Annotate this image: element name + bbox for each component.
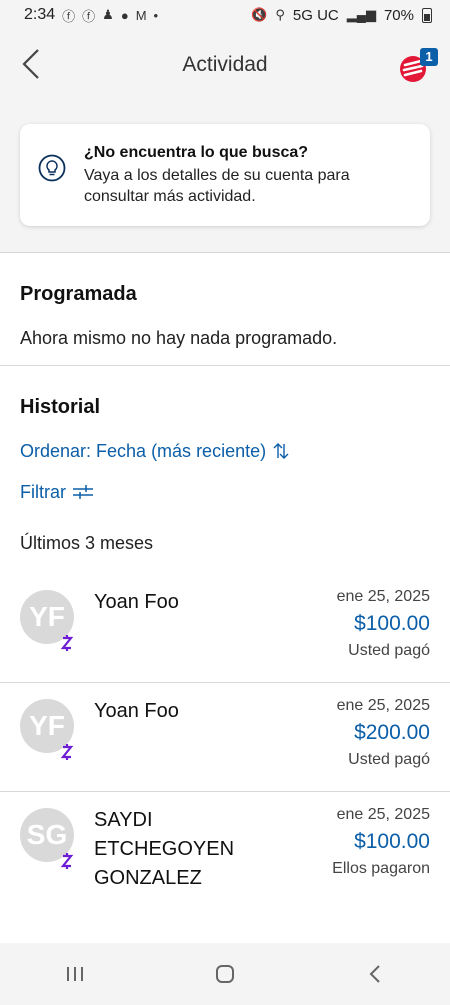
history-section: Historial Ordenar: Fecha (más reciente) … bbox=[0, 366, 450, 554]
status-bar: 2:34 ⓕ ⓕ ♟ ● M • 🔇 ⚲ 5G UC ▂▄▆ 70% bbox=[0, 0, 450, 30]
filter-button[interactable]: Filtrar bbox=[20, 482, 430, 503]
recent-apps-button[interactable] bbox=[55, 954, 95, 994]
info-title: ¿No encuentra lo que busca? bbox=[84, 144, 309, 161]
lightbulb-icon bbox=[38, 154, 66, 182]
contacts-icon: ♟ bbox=[102, 7, 114, 22]
zelle-icon bbox=[60, 852, 74, 869]
mute-icon: 🔇 bbox=[251, 7, 268, 22]
back-arrow-icon[interactable] bbox=[18, 46, 48, 82]
status-dot: • bbox=[153, 7, 159, 23]
transaction-amount: $200.00 bbox=[354, 720, 430, 744]
scheduled-heading: Programada bbox=[20, 282, 137, 305]
payee-name: Yoan Foo bbox=[94, 590, 179, 613]
transaction-meta: ene 25, 2025 $100.00 Usted pagó bbox=[310, 588, 430, 660]
avatar-initials: YF bbox=[29, 600, 65, 632]
zelle-icon bbox=[60, 743, 74, 760]
zelle-icon bbox=[60, 634, 74, 651]
info-body: Vaya a los detalles de su cuenta para co… bbox=[84, 167, 350, 205]
page-title: Actividad bbox=[182, 53, 268, 76]
notifications-button[interactable]: 1 bbox=[398, 48, 438, 84]
avatar: SG bbox=[20, 807, 74, 869]
transaction-direction: Ellos pagaron bbox=[332, 859, 430, 877]
filter-sliders-icon bbox=[73, 485, 93, 500]
network-label: 5G UC bbox=[292, 6, 339, 24]
transaction-date: ene 25, 2025 bbox=[336, 805, 430, 823]
transaction-date: ene 25, 2025 bbox=[336, 587, 430, 605]
scheduled-section: Programada Ahora mismo no hay nada progr… bbox=[0, 253, 450, 366]
facebook-icon: ⓕ bbox=[62, 8, 76, 24]
avatar-initials: SG bbox=[26, 818, 68, 850]
transaction-direction: Usted pagó bbox=[348, 641, 430, 659]
signal-icon: ▂▄▆ bbox=[346, 7, 376, 22]
battery-percent: 70% bbox=[383, 6, 414, 24]
transaction-row[interactable]: SG SAYDI ETCHEGOYEN GONZALEZ ene 25, 202… bbox=[0, 792, 450, 930]
transaction-direction: Usted pagó bbox=[348, 750, 430, 768]
payee-name: Yoan Foo bbox=[94, 699, 179, 722]
transaction-row[interactable]: YF Yoan Foo ene 25, 2025 $200.00 Usted p… bbox=[0, 683, 450, 792]
period-label: Últimos 3 meses bbox=[20, 532, 154, 553]
history-heading: Historial bbox=[20, 395, 101, 418]
battery-icon bbox=[422, 7, 432, 23]
home-button[interactable] bbox=[205, 954, 245, 994]
back-icon bbox=[369, 965, 380, 983]
transaction-meta: ene 25, 2025 $200.00 Usted pagó bbox=[310, 697, 430, 769]
status-time: 2:34 bbox=[24, 6, 56, 23]
system-nav-bar bbox=[0, 943, 450, 1005]
recent-apps-icon bbox=[67, 967, 83, 981]
transaction-amount: $100.00 bbox=[354, 829, 430, 853]
transaction-meta: ene 25, 2025 $100.00 Ellos pagaron bbox=[310, 806, 430, 878]
payee-name: SAYDI ETCHEGOYEN GONZALEZ bbox=[94, 808, 235, 889]
scheduled-empty-text: Ahora mismo no hay nada programado. bbox=[20, 327, 338, 348]
home-icon bbox=[216, 965, 234, 983]
info-area: ¿No encuentra lo que busca? Vaya a los d… bbox=[0, 100, 450, 253]
sort-label: Ordenar: Fecha (más reciente) bbox=[20, 440, 267, 461]
avatar: YF bbox=[20, 698, 74, 760]
gmail-icon: M bbox=[135, 7, 147, 23]
location-icon: ⚲ bbox=[275, 7, 285, 22]
chat-icon: ● bbox=[120, 7, 129, 23]
notification-badge: 1 bbox=[420, 48, 438, 66]
transaction-row[interactable]: YF Yoan Foo ene 25, 2025 $100.00 Usted p… bbox=[0, 574, 450, 683]
sort-arrows-icon bbox=[273, 443, 289, 460]
back-button[interactable] bbox=[355, 954, 395, 994]
avatar: YF bbox=[20, 589, 74, 651]
facebook-icon: ⓕ bbox=[82, 8, 96, 24]
avatar-initials: YF bbox=[29, 709, 65, 741]
filter-label: Filtrar bbox=[20, 481, 66, 502]
transaction-date: ene 25, 2025 bbox=[336, 696, 430, 714]
info-card: ¿No encuentra lo que busca? Vaya a los d… bbox=[20, 124, 430, 226]
transaction-amount: $100.00 bbox=[354, 611, 430, 635]
transaction-list: YF Yoan Foo ene 25, 2025 $100.00 Usted p… bbox=[0, 574, 450, 930]
sort-button[interactable]: Ordenar: Fecha (más reciente) bbox=[20, 441, 430, 462]
app-bar: Actividad 1 bbox=[0, 30, 450, 100]
